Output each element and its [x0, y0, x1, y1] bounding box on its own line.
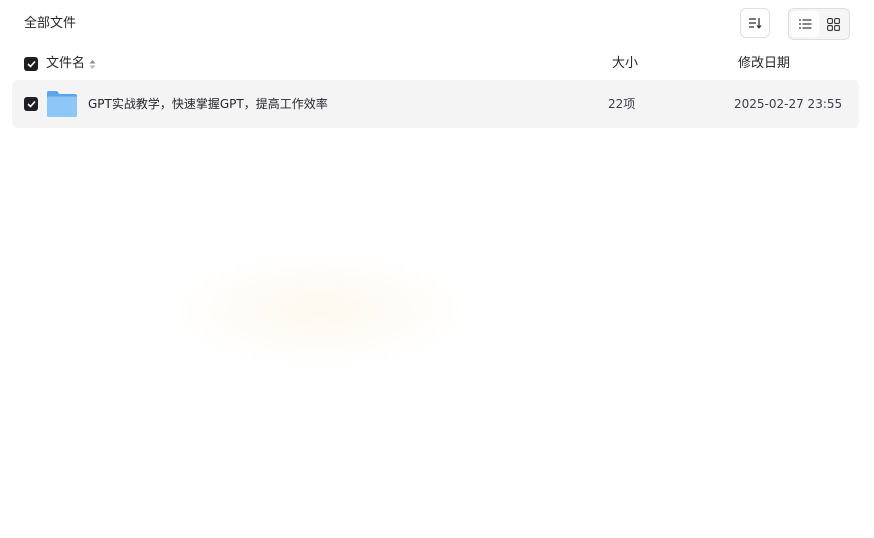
background-glow	[170, 250, 470, 370]
file-name[interactable]: GPT实战教学，快速掌握GPT，提高工作效率	[88, 94, 328, 114]
table-header: 文件名 大小 修改日期	[0, 52, 874, 76]
view-toggle	[788, 8, 850, 40]
sort-icon	[749, 18, 762, 29]
list-view-button[interactable]	[791, 11, 819, 37]
column-header-date[interactable]: 修改日期	[738, 54, 790, 74]
sort-button[interactable]	[740, 8, 770, 38]
column-header-size[interactable]: 大小	[612, 54, 638, 74]
list-view-icon	[798, 19, 811, 29]
select-all-checkbox[interactable]	[24, 57, 38, 71]
column-header-name-label: 文件名	[46, 56, 86, 71]
sort-toggle-icon	[89, 59, 96, 69]
folder-icon	[47, 91, 77, 117]
grid-view-button[interactable]	[819, 11, 847, 37]
file-browser-page: 全部文件 文件名 大小 修改日期 GPT实战教学，快速掌握GPT，提高工作效率 …	[0, 0, 874, 538]
file-modified-date: 2025-02-27 23:55	[734, 97, 843, 111]
check-icon	[26, 60, 36, 68]
grid-view-icon	[826, 17, 840, 31]
table-row[interactable]: GPT实战教学，快速掌握GPT，提高工作效率 22项 2025-02-27 23…	[12, 80, 859, 128]
row-checkbox[interactable]	[24, 97, 38, 111]
breadcrumb[interactable]: 全部文件	[24, 14, 76, 34]
file-size: 22项	[608, 97, 636, 111]
column-header-name[interactable]: 文件名	[46, 54, 96, 74]
check-icon	[26, 100, 36, 108]
